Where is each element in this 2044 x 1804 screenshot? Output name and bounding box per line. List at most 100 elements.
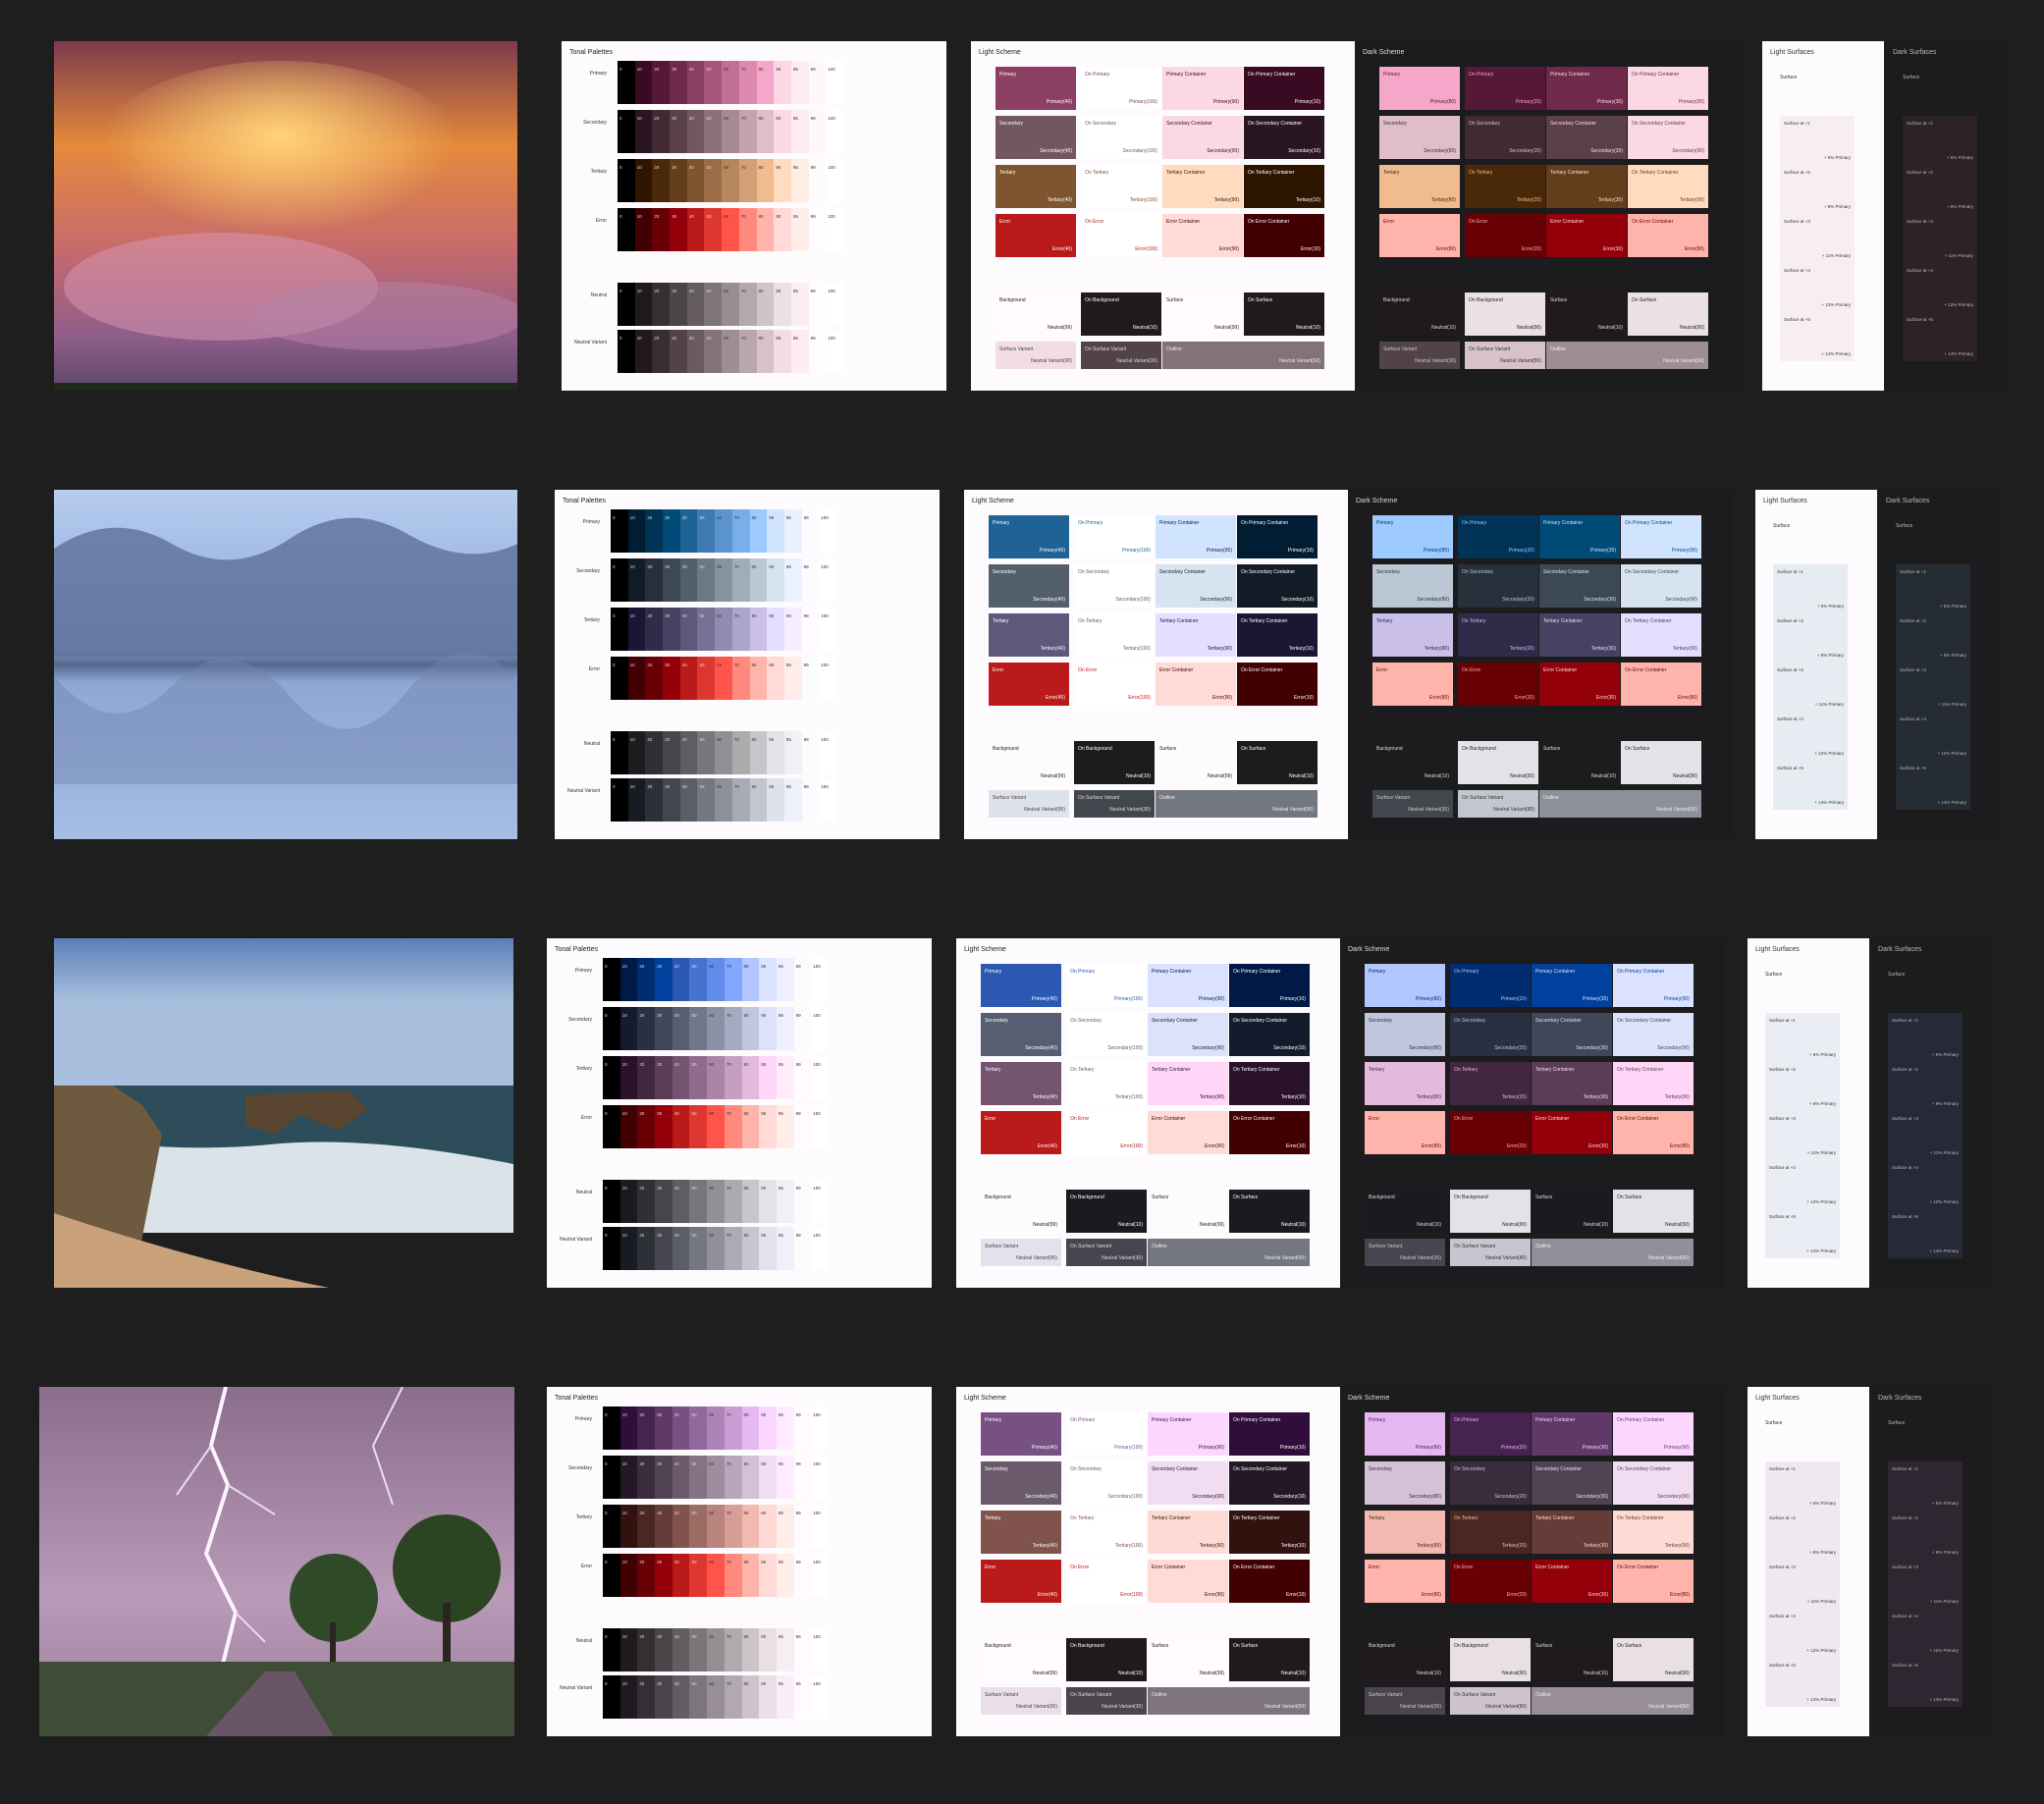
tone-label: 0 bbox=[613, 564, 616, 569]
role-name: Secondary bbox=[993, 569, 1016, 575]
tone-label: 40 bbox=[673, 1461, 679, 1466]
role-tone: Secondary(20) bbox=[1494, 1045, 1527, 1051]
role-tone: Neutral(99) bbox=[1207, 773, 1232, 779]
tone-label: 100 bbox=[821, 784, 829, 789]
palette-swatch-row: 0 10 20 30 40 50 60 70 80 90 95 99 100 bbox=[618, 159, 843, 202]
tone-label: 70 bbox=[740, 214, 746, 219]
role-tone: Tertiary(90) bbox=[1672, 646, 1697, 652]
color-role-tile: On Primary Container Primary(10) bbox=[1244, 67, 1324, 110]
tone-swatch: 0 bbox=[611, 657, 628, 700]
role-name: Secondary bbox=[1383, 121, 1407, 127]
surface-level-name: Surface at +1 bbox=[1892, 1466, 1918, 1471]
surface-level-name: Surface at +1 bbox=[1892, 1018, 1918, 1023]
surface-level-name: Surface at +3 bbox=[1769, 1116, 1796, 1121]
role-name: On Tertiary bbox=[1469, 170, 1493, 176]
tone-swatch: 90 bbox=[767, 558, 784, 602]
tone-label: 100 bbox=[813, 1511, 821, 1515]
color-role-tile: On Surface Variant Neutral Variant(80) bbox=[1458, 790, 1538, 818]
color-role-tile: On Background Neutral(10) bbox=[1074, 741, 1155, 784]
tone-label: 30 bbox=[672, 165, 677, 170]
tone-label: 70 bbox=[733, 784, 739, 789]
tone-swatch: 80 bbox=[749, 657, 768, 700]
role-name: Tertiary bbox=[993, 618, 1009, 624]
role-tone: Primary(30) bbox=[1589, 548, 1616, 554]
role-name: Background bbox=[999, 297, 1026, 303]
tone-label: 90 bbox=[776, 289, 781, 293]
color-role-tile: Primary Primary(40) bbox=[989, 515, 1069, 558]
tone-label: 10 bbox=[621, 1634, 627, 1639]
tone-swatch: 99 bbox=[801, 558, 820, 602]
scheme-row: Tonal Palettes Primary 0 10 20 30 40 50 60 70 80 9… bbox=[0, 490, 2044, 843]
tone-label: 40 bbox=[688, 214, 694, 219]
surface-level: Surface at +1 + 5% Primary bbox=[1896, 564, 1970, 613]
color-role-tile: Surface Variant Neutral Variant(30) bbox=[1365, 1239, 1445, 1266]
tone-label: 40 bbox=[688, 67, 694, 72]
surface-level-note: + 8% Primary bbox=[1946, 204, 1973, 209]
tone-swatch: 80 bbox=[756, 110, 775, 153]
color-role-tile: On Tertiary Tertiary(100) bbox=[1066, 1511, 1147, 1554]
tone-label: 80 bbox=[751, 515, 757, 520]
tone-swatch: 30 bbox=[655, 1628, 672, 1671]
color-role-tile: On Surface Variant Neutral Variant(30) bbox=[1081, 342, 1161, 369]
tone-swatch: 40 bbox=[686, 208, 705, 251]
tone-swatch: 99 bbox=[793, 1227, 812, 1270]
role-tone: Tertiary(90) bbox=[1679, 197, 1704, 203]
tone-label: 60 bbox=[709, 1233, 715, 1238]
surface-level-note: + 11% Primary bbox=[1944, 253, 1973, 258]
tone-label: 50 bbox=[706, 165, 712, 170]
surface-level: Surface at +1 + 5% Primary bbox=[1765, 1013, 1840, 1062]
surface-level: Surface at +2 + 8% Primary bbox=[1780, 165, 1855, 214]
tone-swatch: 99 bbox=[793, 1456, 812, 1499]
tone-label: 0 bbox=[619, 67, 622, 72]
tone-label: 90 bbox=[769, 613, 775, 618]
color-role-tile: On Primary Primary(100) bbox=[1066, 964, 1147, 1007]
tone-label: 20 bbox=[639, 1461, 645, 1466]
surface-level: Surface at +3 + 11% Primary bbox=[1765, 1111, 1840, 1160]
role-name: Tertiary Container bbox=[1152, 1515, 1191, 1521]
source-photo-frozen-river-trees bbox=[54, 490, 517, 839]
role-name: On Error Container bbox=[1632, 219, 1674, 225]
tone-swatch: 95 bbox=[776, 1007, 794, 1050]
tone-swatch: 95 bbox=[776, 1180, 794, 1223]
surface-level-note: + 11% Primary bbox=[1821, 253, 1851, 258]
color-role-tile: Tertiary Tertiary(40) bbox=[989, 613, 1069, 657]
role-name: Primary Container bbox=[1166, 72, 1207, 78]
tone-label: 70 bbox=[733, 515, 739, 520]
surface-level-note: + 11% Primary bbox=[1929, 1599, 1959, 1604]
tone-label: 40 bbox=[673, 1233, 679, 1238]
role-tone: Secondary(10) bbox=[1273, 1494, 1306, 1500]
tone-label: 95 bbox=[778, 1062, 783, 1067]
surface-label: Surface bbox=[1765, 1420, 1783, 1426]
color-role-tile: Tertiary Tertiary(80) bbox=[1365, 1511, 1445, 1554]
tone-swatch: 80 bbox=[741, 1105, 760, 1148]
tone-swatch: 0 bbox=[611, 608, 628, 651]
surface-level-note: + 14% Primary bbox=[1929, 1248, 1959, 1253]
tone-label: 40 bbox=[688, 116, 694, 121]
tone-swatch: 10 bbox=[619, 1007, 638, 1050]
tone-swatch: 99 bbox=[793, 1056, 812, 1099]
tone-label: 50 bbox=[706, 289, 712, 293]
role-tone: Primary(100) bbox=[1129, 99, 1157, 105]
tone-swatch: 50 bbox=[689, 1675, 708, 1719]
tone-label: 30 bbox=[657, 1412, 663, 1417]
role-tone: Primary(90) bbox=[1678, 99, 1704, 105]
surface-level: Surface at +2 + 8% Primary bbox=[1888, 1511, 1963, 1560]
color-role-tile: Primary Container Primary(30) bbox=[1546, 67, 1627, 110]
tone-label: 10 bbox=[621, 1186, 627, 1191]
color-role-tile: On Surface Neutral(10) bbox=[1229, 1190, 1310, 1233]
tone-swatch: 90 bbox=[774, 208, 791, 251]
tone-label: 10 bbox=[629, 737, 635, 742]
color-role-tile: On Secondary Secondary(100) bbox=[1066, 1013, 1147, 1056]
tone-label: 10 bbox=[636, 336, 642, 341]
tone-label: 99 bbox=[803, 515, 809, 520]
tone-swatch: 60 bbox=[722, 283, 739, 326]
tone-label: 70 bbox=[740, 289, 746, 293]
role-tone: Secondary(90) bbox=[1207, 148, 1239, 154]
role-name: On Secondary Container bbox=[1625, 569, 1680, 575]
tone-swatch: 95 bbox=[783, 608, 802, 651]
panel-title: Dark Scheme bbox=[1356, 498, 1398, 504]
tone-swatch: 95 bbox=[776, 1105, 794, 1148]
tone-label: 10 bbox=[621, 1013, 627, 1018]
role-tone: Neutral Variant(30) bbox=[1415, 358, 1456, 364]
tone-label: 50 bbox=[706, 67, 712, 72]
